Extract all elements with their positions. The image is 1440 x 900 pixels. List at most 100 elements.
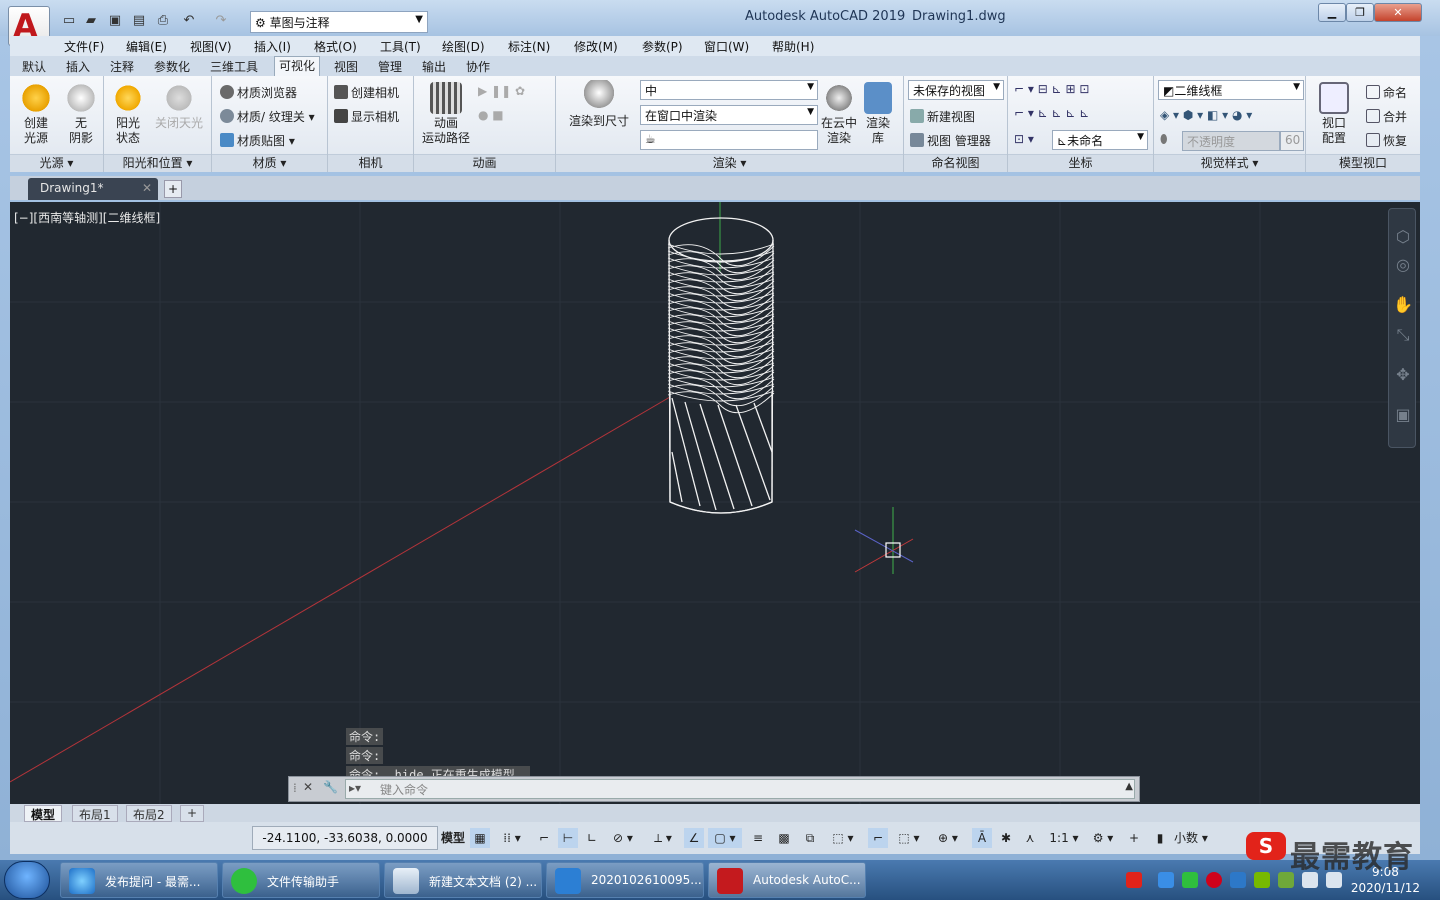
record-icon[interactable]: ● ■ xyxy=(478,108,504,122)
material-mapping-button[interactable]: 材质贴图 ▾ xyxy=(220,132,295,149)
render-target-dropdown[interactable]: 在窗口中渲染 ▼ xyxy=(640,105,818,125)
render-to-size-button[interactable]: 渲染到尺寸 xyxy=(564,80,634,129)
zoom-icon[interactable]: ⤡ xyxy=(1393,325,1413,345)
ucs-named-dropdown[interactable]: ⊾未命名 ▼ xyxy=(1052,130,1148,150)
ucs-icons-row1[interactable]: ⌐ ▾ ⊟ ⊾ ⊞ ⊡ xyxy=(1014,82,1089,96)
save-icon[interactable]: ▣ xyxy=(106,12,124,30)
history-toggle-icon[interactable]: ▲ xyxy=(1125,781,1133,792)
open-file-icon[interactable]: ▰ xyxy=(82,12,100,30)
show-camera-button[interactable]: 显示相机 xyxy=(334,108,399,125)
no-shadow-button[interactable]: 无 阴影 xyxy=(60,82,102,146)
materials-browser-button[interactable]: 材质浏览器 xyxy=(220,84,297,101)
maximize-button[interactable]: ❐ xyxy=(1346,3,1374,22)
ucs-icons-row2[interactable]: ⌐ ▾ ⊾ ⊾ ⊾ ⊾ xyxy=(1014,106,1089,120)
annotation-monitor-icon[interactable]: + xyxy=(1124,828,1144,848)
annotation-visibility-icon[interactable]: Ā xyxy=(972,828,992,848)
model-space-toggle[interactable]: 模型 xyxy=(440,828,466,848)
dynamic-input-icon[interactable]: ⊢ xyxy=(558,828,578,848)
create-camera-button[interactable]: 创建相机 xyxy=(334,84,399,101)
sky-off-button[interactable]: 关闭天光 xyxy=(150,82,208,131)
3d-osnap-icon[interactable]: ⬚ ▾ xyxy=(826,828,860,848)
viewport-config-button[interactable]: 视口 配置 xyxy=(1310,82,1358,146)
command-input[interactable]: 键入命令 xyxy=(345,779,1135,799)
undo-icon[interactable]: ↶ xyxy=(180,12,198,30)
opacity-value[interactable]: 60 xyxy=(1280,131,1304,151)
motion-path-button[interactable]: 动画 运动路径 xyxy=(418,82,474,146)
ribbon-tab[interactable]: 注释 xyxy=(110,58,134,75)
redo-icon[interactable]: ↷ xyxy=(212,12,230,30)
wechat-tray-icon[interactable] xyxy=(1182,872,1198,888)
ribbon-tab[interactable]: 视图 xyxy=(334,58,358,75)
showmotion-icon[interactable]: ▣ xyxy=(1393,405,1413,425)
ribbon-tab[interactable]: 可视化 xyxy=(274,56,321,76)
object-snap-tracking-icon[interactable]: ∠ xyxy=(684,828,704,848)
menu-item[interactable]: 视图(V) xyxy=(190,38,232,55)
menu-item[interactable]: 参数(P) xyxy=(642,38,683,55)
drag-handle-icon[interactable]: ⁞ xyxy=(293,781,297,795)
ime-icon[interactable] xyxy=(1126,872,1142,888)
tab-layout1[interactable]: 布局1 xyxy=(72,805,118,822)
menu-item[interactable]: 工具(T) xyxy=(380,38,421,55)
save-as-icon[interactable]: ▤ xyxy=(130,12,148,30)
infer-constraints-icon[interactable]: ⌐ xyxy=(534,828,554,848)
object-snap-icon[interactable]: ▢ ▾ xyxy=(708,828,742,848)
opacity-slider[interactable]: 不透明度 xyxy=(1182,131,1280,151)
new-file-icon[interactable]: ▭ xyxy=(60,12,78,30)
coordinate-readout[interactable]: -24.1100, -33.6038, 0.0000 xyxy=(252,826,438,850)
viewport-controls-label[interactable]: [−][西南等轴测][二维线框] xyxy=(14,209,160,226)
menu-item[interactable]: 帮助(H) xyxy=(772,38,814,55)
render-environment-field[interactable]: ☕ xyxy=(640,130,818,150)
annotation-scale-dropdown[interactable]: 1:1 ▾ xyxy=(1044,828,1084,848)
viewcube-icon[interactable]: ⬡ xyxy=(1393,227,1413,247)
task-notepad[interactable]: 新建文本文档 (2) ... xyxy=(384,862,542,898)
menu-item[interactable]: 插入(I) xyxy=(254,38,291,55)
units-dropdown[interactable]: 小数 ▾ xyxy=(1174,828,1242,848)
task-autocad[interactable]: Autodesk AutoC... xyxy=(708,862,866,898)
menu-item[interactable]: 窗口(W) xyxy=(704,38,749,55)
join-viewport-button[interactable]: 合并 xyxy=(1366,108,1407,125)
tab-model[interactable]: 模型 xyxy=(24,805,63,822)
netease-icon[interactable] xyxy=(1206,872,1222,888)
panel-title-visual-styles[interactable]: 视觉样式 ▾ xyxy=(1154,154,1305,172)
ribbon-tab[interactable]: 默认 xyxy=(22,58,46,75)
sun-status-button[interactable]: 阳光 状态 xyxy=(108,82,148,146)
command-prompt-icon[interactable]: ▸▾ xyxy=(349,781,361,795)
minimize-button[interactable]: ▁ xyxy=(1318,3,1346,22)
workspace-dropdown[interactable]: ⚙ 草图与注释 ▼ xyxy=(250,11,428,33)
panel-title-lights[interactable]: 光源 ▾ xyxy=(10,154,103,172)
create-light-button[interactable]: 创建 光源 xyxy=(14,82,58,146)
start-button[interactable] xyxy=(4,861,50,899)
lineweight-icon[interactable]: ≡ xyxy=(748,828,768,848)
new-tab-button[interactable]: + xyxy=(164,180,182,198)
drawing-viewport[interactable]: [−][西南等轴测][二维线框] ⬡ ◎ ✋ ⤡ ✥ ▣ 命令: 命令: 命令:… xyxy=(10,202,1420,804)
ribbon-tab[interactable]: 三维工具 xyxy=(210,58,258,75)
name-viewport-button[interactable]: 命名 xyxy=(1366,84,1407,101)
close-command-icon[interactable]: ✕ xyxy=(303,780,313,794)
render-quality-dropdown[interactable]: 中 ▼ xyxy=(640,80,818,100)
named-view-dropdown[interactable]: 未保存的视图 ▼ xyxy=(908,80,1004,100)
material-texture-toggle[interactable]: 材质/ 纹理关 ▾ xyxy=(220,108,315,125)
task-wechat[interactable]: 文件传输助手 xyxy=(222,862,380,898)
ribbon-tab[interactable]: 输出 xyxy=(422,58,446,75)
selection-cycling-icon[interactable]: ⧉ xyxy=(800,828,820,848)
menu-item[interactable]: 标注(N) xyxy=(508,38,550,55)
render-gallery-button[interactable]: 渲染 库 xyxy=(860,82,896,146)
close-tab-icon[interactable]: ✕ xyxy=(142,181,152,195)
units-icon[interactable]: ▮ xyxy=(1150,828,1170,848)
auto-scale-icon[interactable]: ✱ xyxy=(996,828,1016,848)
pan-icon[interactable]: ✋ xyxy=(1393,295,1413,315)
task-ie[interactable]: 发布提问 - 最需... xyxy=(60,862,218,898)
dynamic-ucs-icon[interactable]: ⌐ xyxy=(868,828,888,848)
selection-filter-icon[interactable]: ⬚ ▾ xyxy=(892,828,926,848)
menu-item[interactable]: 文件(F) xyxy=(64,38,104,55)
tab-layout2[interactable]: 布局2 xyxy=(126,805,172,822)
network-icon[interactable] xyxy=(1158,872,1174,888)
visual-style-icons[interactable]: ◈ ▾ ⬢ ▾ ◧ ▾ ◕ ▾ xyxy=(1160,108,1252,122)
new-view-button[interactable]: 新建视图 xyxy=(910,108,975,125)
view-manager-button[interactable]: 视图 管理器 xyxy=(910,132,991,149)
snap-toggle-icon[interactable]: ⁞⁞ ▾ xyxy=(494,828,530,848)
close-window-button[interactable]: ✕ xyxy=(1374,3,1422,22)
ucs-icon[interactable]: ⊡ ▾ xyxy=(1014,132,1034,146)
isodraft-icon[interactable]: ⟂ ▾ xyxy=(646,828,680,848)
menu-item[interactable]: 绘图(D) xyxy=(442,38,485,55)
